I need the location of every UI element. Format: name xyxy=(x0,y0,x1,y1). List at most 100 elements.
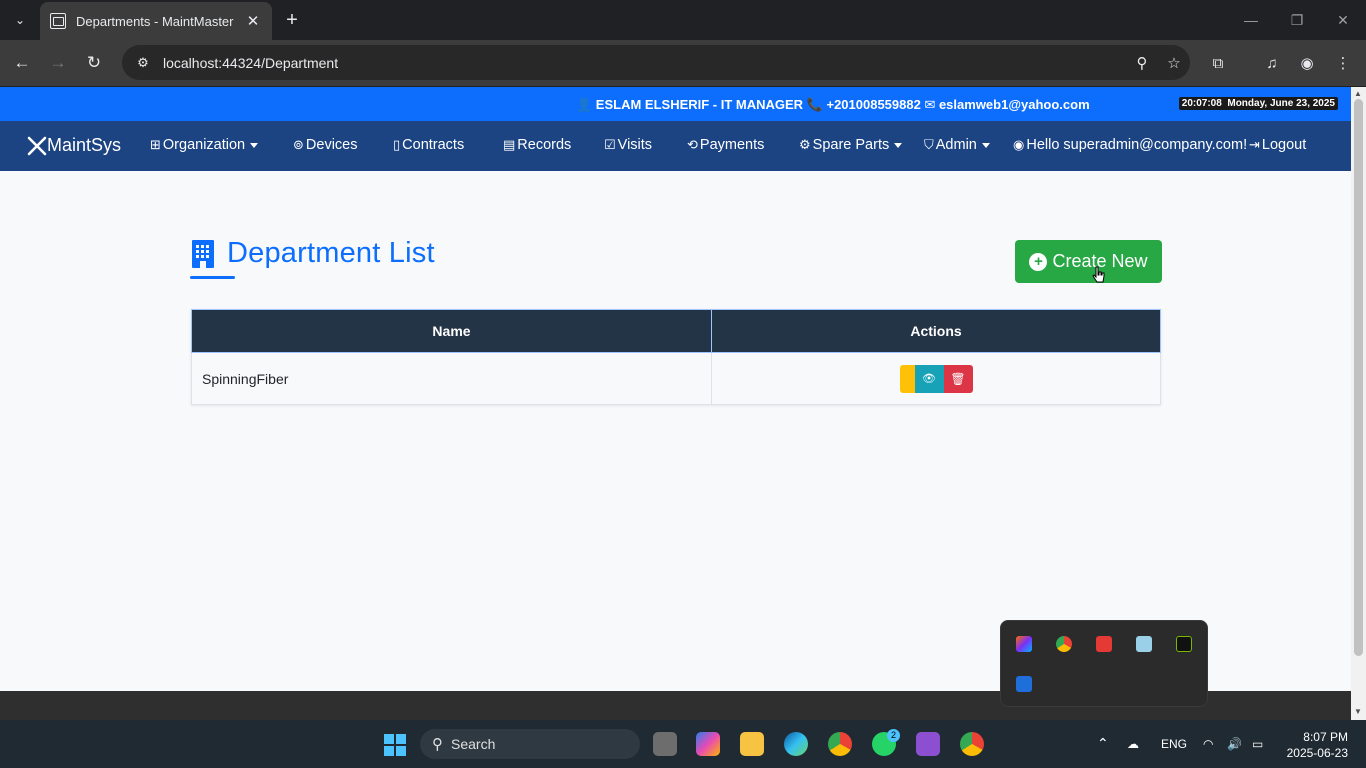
records-icon: ▤ xyxy=(503,137,516,152)
create-new-button[interactable]: + Create New xyxy=(1015,240,1162,283)
site-info-icon[interactable]: ⚙ xyxy=(128,55,158,71)
caret-down-icon xyxy=(250,142,259,148)
battery-icon[interactable]: ▭ xyxy=(1252,737,1263,751)
onedrive-icon[interactable]: ☁ xyxy=(1127,737,1139,751)
live-clock: 20:07:08 Monday, June 23, 2025 xyxy=(1178,97,1338,110)
page-scrollbar[interactable]: ▲ ▼ xyxy=(1351,87,1366,720)
taskbar-clock[interactable]: 8:07 PM 2025-06-23 xyxy=(1284,729,1348,761)
nav-label: Admin xyxy=(935,137,977,153)
new-tab-button[interactable]: + xyxy=(280,8,304,32)
nav-visits[interactable]: ☑ Visits xyxy=(604,137,652,153)
tab-favicon-icon xyxy=(50,13,66,29)
web-page: 👤 ESLAM ELSHERIF - IT MANAGER 📞 +2010085… xyxy=(0,87,1351,691)
page-heading: Department List xyxy=(192,237,435,270)
nav-label: Organization xyxy=(162,137,246,153)
visual-studio-icon[interactable] xyxy=(916,732,940,756)
payments-icon: ⟲ xyxy=(687,137,698,152)
nav-devices[interactable]: ⊚ Devices xyxy=(293,137,357,153)
delete-button[interactable]: 🗑 xyxy=(943,364,973,393)
browser-toolbar: ← → ↻ ⚙ localhost:44324/Department ⚲ ☆ ⧉… xyxy=(0,40,1366,86)
logout-text: Logout xyxy=(1261,137,1307,153)
zoom-icon[interactable]: ⚲ xyxy=(1126,54,1158,72)
nav-label: Spare Parts xyxy=(812,137,890,153)
nav-payments[interactable]: ⟲ Payments xyxy=(687,137,764,153)
nav-user-greeting[interactable]: ◉ Hello superadmin@company.com! xyxy=(1013,137,1247,153)
tray-chrome-icon[interactable] xyxy=(1056,636,1072,652)
browser-tab[interactable]: Departments - MaintMaster ✕ xyxy=(40,2,272,40)
nav-admin[interactable]: ⛉ Admin xyxy=(924,137,990,153)
taskbar-date: 2025-06-23 xyxy=(1286,746,1348,760)
minimize-button[interactable]: — xyxy=(1228,0,1274,40)
extensions-icon[interactable]: ⧉ xyxy=(1207,53,1229,75)
tools-icon xyxy=(27,136,47,155)
chip-icon: ⊚ xyxy=(293,137,304,152)
building-icon xyxy=(192,239,214,268)
tray-app-icon[interactable] xyxy=(1136,636,1152,652)
tab-close-icon[interactable]: ✕ xyxy=(244,12,262,30)
page-title: Department List xyxy=(227,237,435,269)
nav-contracts[interactable]: ▯ Contracts xyxy=(393,137,464,153)
column-header-name: Name xyxy=(191,309,712,353)
address-bar[interactable]: ⚙ localhost:44324/Department ⚲ ☆ xyxy=(122,45,1190,80)
edge-icon[interactable] xyxy=(784,732,808,756)
nav-spare-parts[interactable]: ⚙ Spare Parts xyxy=(799,137,903,153)
file-explorer-icon[interactable] xyxy=(740,732,764,756)
tray-app-icon[interactable] xyxy=(1016,636,1032,652)
tab-search-chevron-icon[interactable]: ⌄ xyxy=(0,0,40,40)
media-control-icon[interactable]: ♫ xyxy=(1261,53,1283,75)
tray-anydesk-icon[interactable] xyxy=(1096,636,1112,652)
clock-date: Monday, June 23, 2025 xyxy=(1227,98,1335,109)
caret-down-icon xyxy=(894,142,903,148)
logout-icon: ⇥ xyxy=(1249,137,1260,152)
brand-link[interactable]: MaintSys xyxy=(27,135,121,156)
tray-nvidia-icon[interactable] xyxy=(1176,636,1192,652)
tray-security-icon[interactable] xyxy=(1016,676,1032,692)
document-icon: ▯ xyxy=(393,137,401,152)
scrollbar-thumb[interactable] xyxy=(1354,99,1363,656)
bookmark-star-icon[interactable]: ☆ xyxy=(1158,54,1190,72)
forward-button[interactable]: → xyxy=(44,49,72,77)
scroll-up-icon[interactable]: ▲ xyxy=(1354,89,1362,98)
gear-icon: ⚙ xyxy=(799,137,811,152)
nav-label: Contracts xyxy=(402,137,465,153)
actions-cell: 👁 🗑 xyxy=(711,352,1161,405)
user-circle-icon: ◉ xyxy=(1013,137,1025,152)
edit-button[interactable] xyxy=(899,364,915,393)
tray-overflow-popup xyxy=(1000,620,1208,707)
copilot-icon[interactable] xyxy=(696,732,720,756)
wifi-icon[interactable]: ◠ xyxy=(1203,737,1213,751)
language-indicator[interactable]: ENG xyxy=(1161,737,1187,751)
task-view-icon[interactable] xyxy=(653,732,677,756)
reload-button[interactable]: ↻ xyxy=(80,49,108,77)
table-row: SpinningFiber 👁 🗑 xyxy=(191,352,1161,405)
window-close-button[interactable]: ✕ xyxy=(1320,0,1366,40)
clock-time: 20:07:08 xyxy=(1181,98,1222,109)
tab-title: Departments - MaintMaster xyxy=(76,13,234,29)
sitemap-icon: ⊞ xyxy=(150,137,161,152)
action-button-group: 👁 🗑 xyxy=(722,364,1150,393)
taskbar-search[interactable]: ⚲ Search xyxy=(420,729,640,759)
nav-logout[interactable]: ⇥ Logout xyxy=(1249,137,1306,153)
start-button[interactable] xyxy=(384,734,406,756)
plus-circle-icon: + xyxy=(1029,252,1048,271)
profile-icon[interactable]: ◉ xyxy=(1296,53,1318,75)
tray-chevron-icon[interactable]: ⌃ xyxy=(1097,735,1109,752)
chrome-alt-icon[interactable] xyxy=(960,732,984,756)
greeting-text: Hello superadmin@company.com! xyxy=(1026,137,1248,153)
chrome-icon[interactable] xyxy=(828,732,852,756)
column-header-actions: Actions xyxy=(711,309,1161,353)
top-info-bar: 👤 ESLAM ELSHERIF - IT MANAGER 📞 +2010085… xyxy=(0,87,1351,121)
nav-label: Devices xyxy=(305,137,358,153)
nav-label: Payments xyxy=(699,137,765,153)
restore-button[interactable]: ❐ xyxy=(1274,0,1320,40)
volume-icon[interactable]: 🔊 xyxy=(1227,737,1242,751)
nav-organization[interactable]: ⊞ Organization xyxy=(150,137,259,153)
caret-down-icon xyxy=(981,142,990,148)
view-button[interactable]: 👁 xyxy=(914,364,944,393)
trash-icon: 🗑 xyxy=(950,371,966,386)
contact-info: 👤 ESLAM ELSHERIF - IT MANAGER 📞 +2010085… xyxy=(576,97,1090,112)
scroll-down-icon[interactable]: ▼ xyxy=(1354,707,1362,716)
browser-menu-icon[interactable]: ⋮ xyxy=(1332,53,1354,75)
back-button[interactable]: ← xyxy=(8,49,36,77)
nav-records[interactable]: ▤ Records xyxy=(503,137,571,153)
